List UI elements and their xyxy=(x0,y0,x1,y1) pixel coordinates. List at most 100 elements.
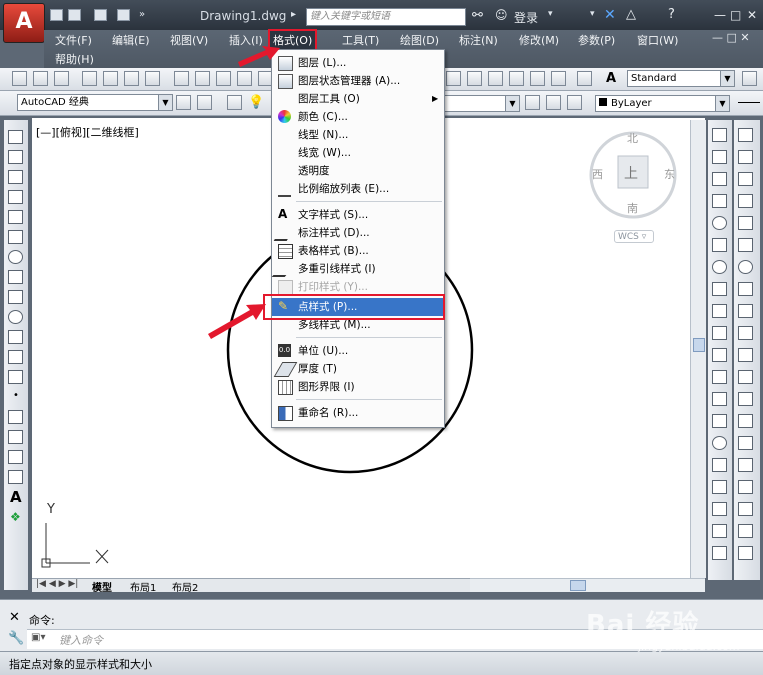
add-selected-icon[interactable]: ❖ xyxy=(10,510,21,524)
menu-item-limits[interactable]: 图形界限 (I) xyxy=(272,378,444,396)
polyline-icon[interactable] xyxy=(8,170,23,184)
save-icon[interactable] xyxy=(54,71,69,86)
copy-object-icon[interactable] xyxy=(738,150,753,164)
design-center-icon[interactable] xyxy=(467,71,482,86)
draw-order-icon[interactable] xyxy=(738,524,753,538)
offset-icon[interactable] xyxy=(738,194,753,208)
linear-dim-icon[interactable] xyxy=(712,128,727,142)
quick-dim-icon[interactable] xyxy=(712,304,727,318)
blend-icon[interactable] xyxy=(738,480,753,494)
draw-order-back-icon[interactable] xyxy=(738,546,753,560)
compass-west[interactable]: 西 xyxy=(592,166,603,182)
color-select[interactable]: ByLayer ▼ xyxy=(595,95,730,112)
sheet-set-icon[interactable] xyxy=(509,71,524,86)
help-icon[interactable] xyxy=(577,71,592,86)
scroll-thumb[interactable] xyxy=(693,338,705,352)
menu-draw[interactable]: 绘图(D) xyxy=(400,32,439,48)
layer-previous-icon[interactable] xyxy=(546,95,561,110)
trim-icon[interactable] xyxy=(738,326,753,340)
dim-space-icon[interactable] xyxy=(712,370,727,384)
diameter-icon[interactable] xyxy=(712,260,727,274)
menu-item-scale-list[interactable]: 比例缩放列表 (E)... xyxy=(272,180,444,198)
array-icon[interactable] xyxy=(738,216,753,230)
menu-item-table-style[interactable]: 表格样式 (B)... xyxy=(272,242,444,260)
circle-icon[interactable] xyxy=(8,250,23,264)
layer-state-icon[interactable] xyxy=(567,95,582,110)
table-icon[interactable] xyxy=(8,470,23,484)
application-menu-button[interactable]: A xyxy=(3,3,45,43)
dim-update-icon[interactable] xyxy=(712,546,727,560)
compass-south[interactable]: 南 xyxy=(627,200,638,216)
menu-tools[interactable]: 工具(T) xyxy=(342,32,379,48)
tolerance-icon[interactable] xyxy=(712,414,727,428)
close-icon[interactable]: ✕ xyxy=(747,8,757,22)
explode-icon[interactable] xyxy=(738,502,753,516)
jogged-linear-icon[interactable] xyxy=(712,480,727,494)
exchange-icon[interactable]: ✕ xyxy=(604,7,616,23)
point-icon[interactable]: • xyxy=(13,390,19,401)
wcs-menu[interactable]: WCS ▿ xyxy=(614,230,654,243)
binoculars-icon[interactable]: ⚯ xyxy=(472,8,483,23)
inspection-icon[interactable] xyxy=(712,458,727,472)
fillet-icon[interactable] xyxy=(738,458,753,472)
login-link[interactable]: 登录 xyxy=(514,9,538,26)
baseline-icon[interactable] xyxy=(712,326,727,340)
save-icon[interactable] xyxy=(94,9,107,21)
menu-item-units[interactable]: 0.0 单位 (U)... xyxy=(272,342,444,360)
mtext-icon[interactable]: A xyxy=(10,488,22,506)
plot-icon[interactable] xyxy=(82,71,97,86)
tab-model[interactable]: 模型 xyxy=(92,579,112,594)
dim-break-icon[interactable] xyxy=(712,392,727,406)
hatch-icon[interactable] xyxy=(8,410,23,424)
arc-icon[interactable] xyxy=(8,230,23,244)
menu-item-mleader-style[interactable]: 多重引线样式 (I) xyxy=(271,260,444,278)
dim-style-icon[interactable] xyxy=(742,71,757,86)
hscroll-thumb[interactable] xyxy=(570,580,586,591)
menu-item-dim-style[interactable]: 标注样式 (D)... xyxy=(272,224,444,242)
dim-text-edit-icon[interactable] xyxy=(712,524,727,538)
horizontal-scrollbar[interactable] xyxy=(470,578,705,592)
make-block-icon[interactable] xyxy=(8,370,23,384)
layer-select[interactable]: ▼ xyxy=(440,95,520,112)
autodesk-icon[interactable]: △ xyxy=(626,7,636,22)
wrench-icon[interactable]: 🔧 xyxy=(8,631,24,646)
menu-item-layer-state[interactable]: 图层状态管理器 (A)... xyxy=(272,72,444,90)
arc-length-icon[interactable] xyxy=(712,172,727,186)
jogged-icon[interactable] xyxy=(712,238,727,252)
qnew-icon[interactable] xyxy=(12,71,27,86)
polygon-icon[interactable] xyxy=(8,190,23,204)
break-icon[interactable] xyxy=(738,392,753,406)
vertical-scrollbar[interactable] xyxy=(690,120,706,578)
aligned-dim-icon[interactable] xyxy=(712,150,727,164)
insert-block-icon[interactable] xyxy=(8,350,23,364)
user-icon[interactable]: ☺ xyxy=(495,8,508,22)
new-file-icon[interactable] xyxy=(50,9,63,21)
properties-icon[interactable] xyxy=(446,71,461,86)
ellipse-icon[interactable] xyxy=(8,310,23,324)
erase-icon[interactable] xyxy=(738,128,753,142)
tab-layout2[interactable]: 布局2 xyxy=(172,579,198,594)
dim-edit-icon[interactable] xyxy=(712,502,727,516)
chamfer-icon[interactable] xyxy=(738,436,753,450)
restore-icon[interactable]: □ xyxy=(730,8,741,22)
construction-line-icon[interactable] xyxy=(8,150,23,164)
menu-modify[interactable]: 修改(M) xyxy=(519,32,559,48)
close-command-icon[interactable]: ✕ xyxy=(9,610,20,625)
menu-item-lineweight[interactable]: 线宽 (W)... xyxy=(272,144,444,162)
open-icon[interactable] xyxy=(33,71,48,86)
menu-item-linetype[interactable]: 线型 (N)... xyxy=(272,126,444,144)
join-icon[interactable] xyxy=(738,414,753,428)
minimize-icon[interactable]: — xyxy=(714,8,726,22)
spline-icon[interactable] xyxy=(8,290,23,304)
revcloud-icon[interactable] xyxy=(8,270,23,284)
compass-east[interactable]: 东 xyxy=(664,166,675,182)
compass-north[interactable]: 北 xyxy=(627,130,638,146)
workspace-settings-icon[interactable] xyxy=(176,95,191,110)
menu-help[interactable]: 帮助(H) xyxy=(55,51,94,67)
workspace-select[interactable]: AutoCAD 经典 ▼ xyxy=(17,94,173,111)
angular-icon[interactable] xyxy=(712,282,727,296)
menu-parametric[interactable]: 参数(P) xyxy=(578,32,615,48)
mirror-icon[interactable] xyxy=(738,172,753,186)
menu-item-rename[interactable]: 重命名 (R)... xyxy=(272,404,444,422)
markup-icon[interactable] xyxy=(530,71,545,86)
